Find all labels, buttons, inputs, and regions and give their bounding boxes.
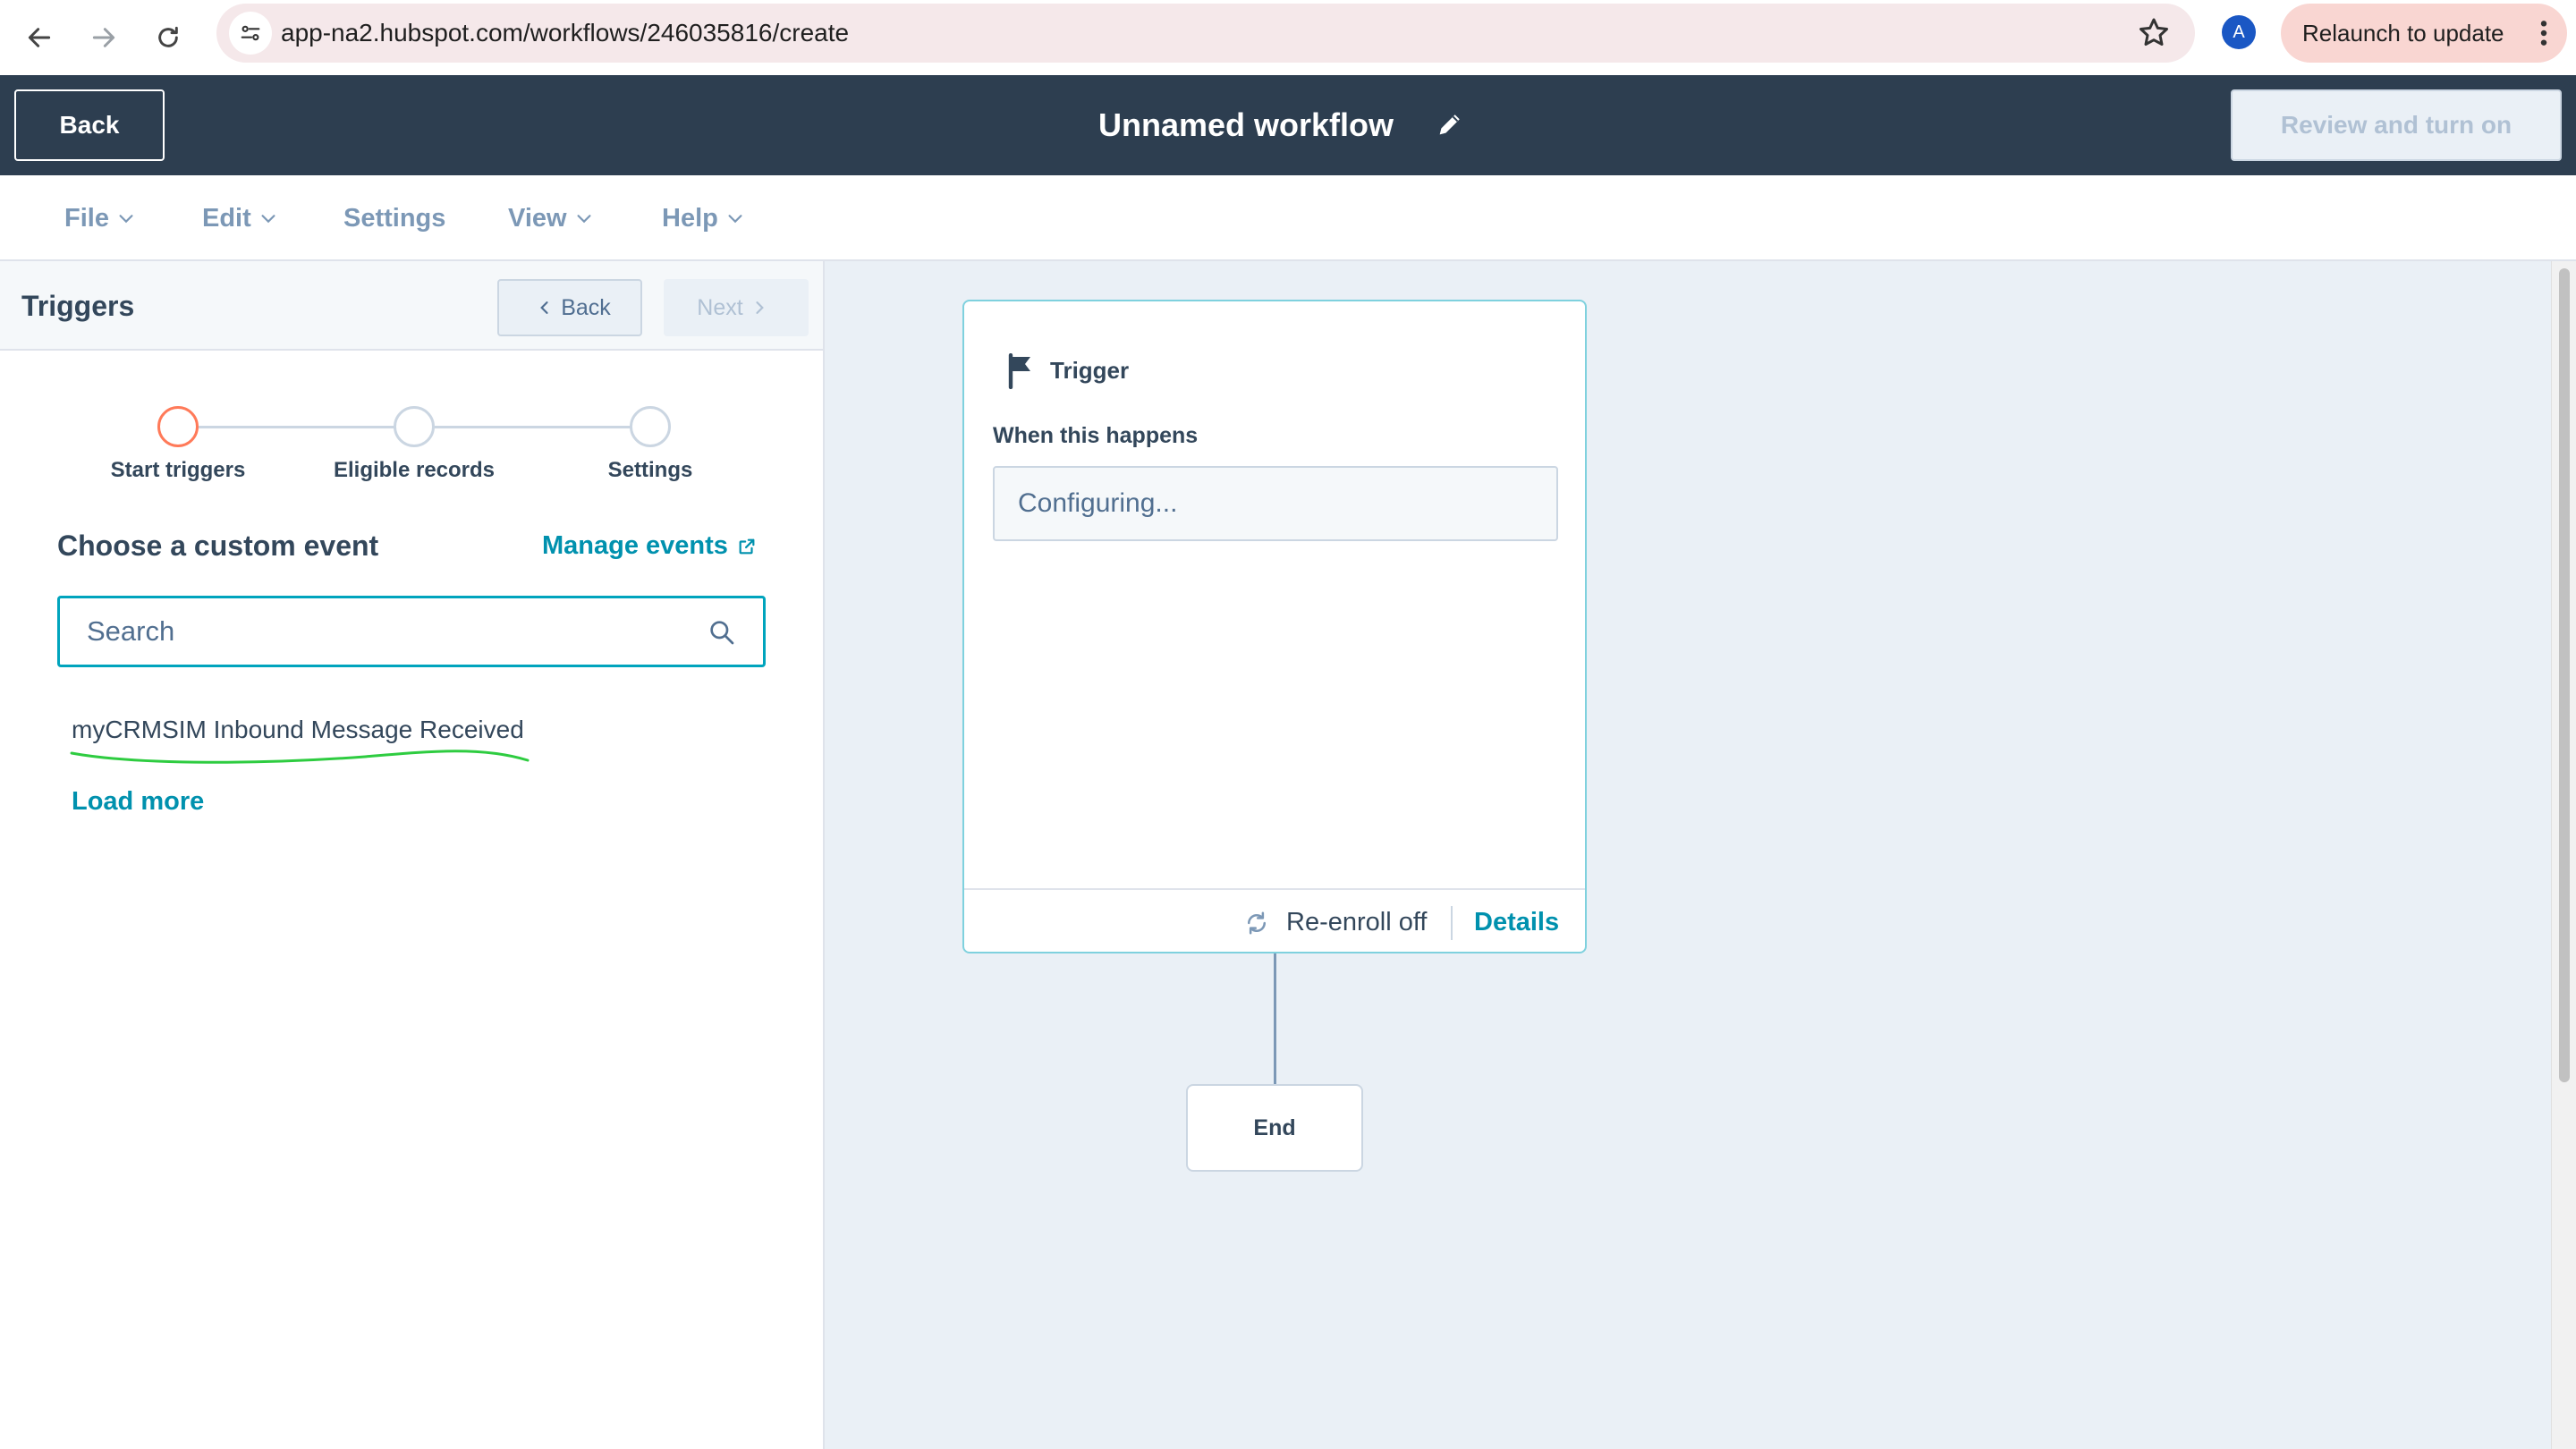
panel-next-label: Next	[697, 294, 743, 320]
url-text[interactable]: app-na2.hubspot.com/workflows/246035816/…	[281, 4, 849, 63]
site-info-icon[interactable]	[229, 12, 272, 55]
triggers-panel: Triggers Back Next Start triggers Eligib…	[0, 261, 825, 1449]
manage-events-link[interactable]: Manage events	[542, 531, 757, 561]
when-this-happens-label: When this happens	[993, 423, 1199, 448]
refresh-icon	[1247, 911, 1267, 935]
menu-help[interactable]: Help	[662, 175, 745, 261]
section-title: Choose a custom event	[57, 530, 379, 562]
relaunch-label: Relaunch to update	[2302, 20, 2504, 47]
trigger-config-box[interactable]: Configuring...	[993, 466, 1558, 541]
chevron-down-icon	[261, 215, 275, 224]
menu-view[interactable]: View	[508, 175, 594, 261]
browser-toolbar: app-na2.hubspot.com/workflows/246035816/…	[0, 0, 2576, 75]
menu-file[interactable]: File	[64, 175, 136, 261]
workflow-header: Back Unnamed workflow Review and turn on	[0, 75, 2576, 175]
manage-events-label: Manage events	[542, 531, 728, 560]
arrow-left-icon	[28, 28, 51, 47]
reload-icon	[158, 26, 178, 47]
edit-pencil-icon[interactable]	[1435, 109, 1465, 140]
canvas-scrollbar[interactable]	[2551, 261, 2576, 1449]
stepper-connector	[435, 426, 631, 428]
menu-label: Help	[662, 203, 718, 233]
search-input[interactable]	[85, 598, 693, 665]
panel-next-button[interactable]: Next	[664, 279, 809, 336]
profile-avatar[interactable]: A	[2222, 15, 2256, 49]
step-label: Eligible records	[333, 458, 496, 482]
external-link-icon	[739, 538, 755, 554]
menu-label: Settings	[343, 203, 446, 233]
load-more-link[interactable]: Load more	[72, 787, 204, 817]
menu-bar: File Edit Settings View Help	[0, 175, 2576, 261]
menu-settings[interactable]: Settings	[343, 175, 445, 261]
review-and-turn-on-button[interactable]: Review and turn on	[2231, 89, 2562, 161]
scrollbar-thumb[interactable]	[2559, 268, 2570, 1082]
workflow-title: Unnamed workflow	[1098, 106, 1394, 143]
end-node[interactable]: End	[1186, 1084, 1363, 1172]
arrow-right-icon	[92, 28, 115, 47]
custom-event-item[interactable]: myCRMSIM Inbound Message Received	[72, 716, 524, 744]
panel-title: Triggers	[21, 290, 135, 322]
menu-label: File	[64, 203, 109, 233]
browser-reload-button[interactable]	[143, 13, 193, 63]
panel-back-button[interactable]: Back	[497, 279, 642, 336]
stepper-connector	[199, 426, 395, 428]
browser-back-button[interactable]	[14, 13, 64, 63]
trigger-title: Trigger	[1050, 357, 1130, 384]
configuring-text: Configuring...	[1018, 488, 1178, 518]
step-label: Settings	[607, 458, 693, 482]
more-vert-icon	[2540, 21, 2547, 46]
menu-label: View	[508, 203, 567, 233]
step-label: Start triggers	[110, 458, 246, 482]
menu-edit[interactable]: Edit	[202, 175, 278, 261]
relaunch-button[interactable]: Relaunch to update	[2281, 4, 2567, 63]
chevron-down-icon	[119, 215, 133, 224]
chevron-down-icon	[577, 215, 591, 224]
panel-back-label: Back	[561, 294, 611, 320]
footer-divider	[1451, 906, 1453, 940]
chevron-left-icon	[540, 301, 548, 314]
reenroll-status: Re-enroll off	[1286, 908, 1428, 936]
flag-icon	[1008, 353, 1030, 389]
browser-forward-button[interactable]	[79, 13, 129, 63]
bookmark-star-icon[interactable]	[2136, 15, 2172, 51]
search-icon[interactable]	[708, 618, 736, 647]
back-button[interactable]: Back	[14, 89, 165, 161]
flow-connector	[1274, 953, 1276, 1086]
details-link[interactable]: Details	[1474, 890, 1559, 955]
panel-header: Triggers Back Next	[0, 261, 823, 351]
trigger-card[interactable]: Trigger When this happens Configuring...…	[962, 300, 1587, 953]
address-bar[interactable]: app-na2.hubspot.com/workflows/246035816/…	[216, 4, 2195, 63]
step-settings-circle[interactable]	[630, 406, 671, 447]
menu-label: Edit	[202, 203, 251, 233]
chevron-down-icon	[728, 215, 742, 224]
trigger-card-footer: Re-enroll off Details	[964, 888, 1585, 953]
step-start-triggers-circle[interactable]	[157, 406, 199, 447]
step-eligible-records-circle[interactable]	[394, 406, 435, 447]
chevron-right-icon	[756, 301, 764, 314]
event-search-box[interactable]	[57, 596, 766, 667]
green-underline-annotation	[70, 750, 530, 764]
